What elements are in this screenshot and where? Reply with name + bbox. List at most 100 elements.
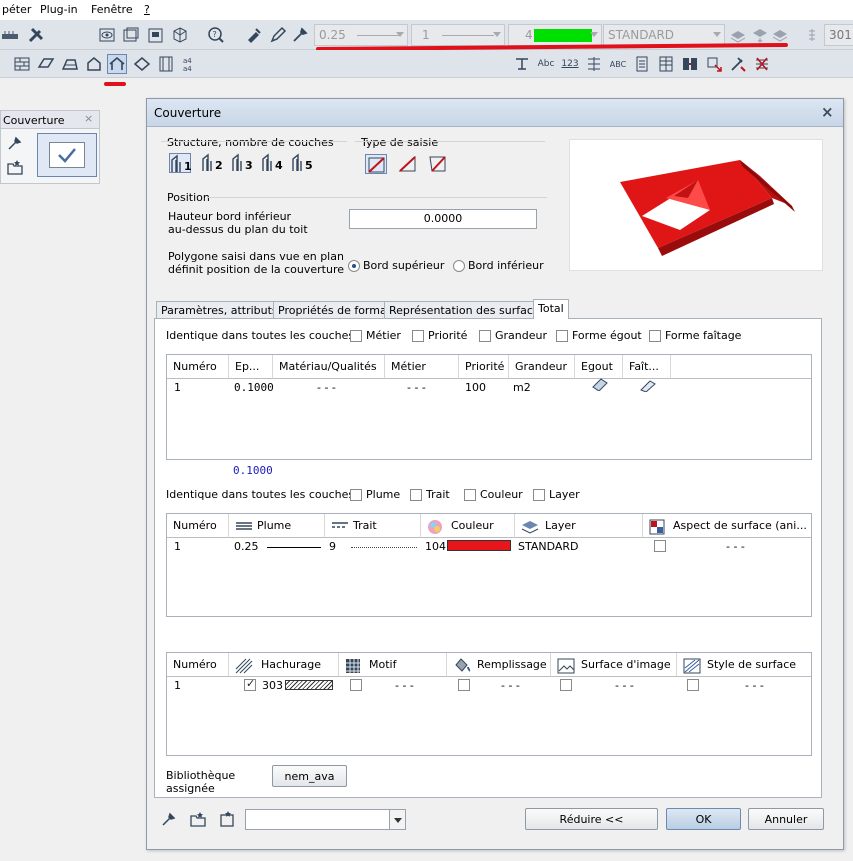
- format-brush-icon[interactable]: [244, 25, 264, 45]
- wall-icon[interactable]: [12, 54, 32, 74]
- line-type-combo[interactable]: 1: [411, 24, 505, 46]
- color-combo[interactable]: 4: [508, 24, 602, 46]
- layer-set-icon[interactable]: [770, 25, 790, 45]
- roof-surface-icon[interactable]: [60, 54, 80, 74]
- save-layers-icon[interactable]: [146, 25, 166, 45]
- text-abc-icon[interactable]: Abc: [536, 54, 556, 74]
- type-saisie-3-button[interactable]: [427, 154, 449, 174]
- chevron-down-icon[interactable]: [389, 810, 405, 829]
- abc-frame-icon[interactable]: ABC: [608, 54, 628, 74]
- col-priorite[interactable]: Priorité: [459, 355, 509, 379]
- ok-button[interactable]: OK: [666, 808, 741, 830]
- svg-text:a4: a4: [183, 65, 192, 73]
- table-icon[interactable]: [656, 54, 676, 74]
- layers-3-button[interactable]: 3: [231, 153, 253, 173]
- col-aspect-surface[interactable]: Aspect de surface (ani...: [643, 514, 811, 538]
- menu-item-fenetre[interactable]: Fenêtre: [91, 3, 133, 16]
- menu-item-plugin[interactable]: Plug-in: [40, 3, 78, 16]
- element-icon[interactable]: [156, 54, 176, 74]
- tab-representation-surfaces[interactable]: Représentation des surfaces: [384, 301, 551, 319]
- slab-icon[interactable]: [36, 54, 56, 74]
- hachurage-checkbox[interactable]: [244, 677, 256, 691]
- grid-text-icon[interactable]: [584, 54, 604, 74]
- checkbox-metier[interactable]: [350, 330, 362, 342]
- surface-image-checkbox[interactable]: [560, 679, 572, 691]
- checkbox-layer[interactable]: [533, 489, 545, 501]
- layers-4-button[interactable]: 4: [261, 153, 283, 173]
- label-az-icon[interactable]: a4 a4: [180, 54, 200, 74]
- col-faitage[interactable]: Faît...: [623, 355, 671, 379]
- couverture-icon[interactable]: [107, 54, 127, 74]
- tools-icon[interactable]: [26, 25, 46, 45]
- checkbox-grandeur[interactable]: [479, 330, 491, 342]
- cube-icon[interactable]: [170, 25, 190, 45]
- tab-parametres[interactable]: Paramètres, attributs: [156, 301, 283, 319]
- col-numero[interactable]: Numéro: [167, 514, 229, 538]
- tab-total[interactable]: Total: [533, 299, 569, 319]
- remplissage-checkbox[interactable]: [458, 679, 470, 691]
- doors-icon[interactable]: [680, 54, 700, 74]
- checkbox-trait[interactable]: [410, 489, 422, 501]
- page-icon[interactable]: [632, 54, 652, 74]
- dormer-icon[interactable]: [84, 54, 104, 74]
- dimension-icon[interactable]: [512, 54, 532, 74]
- radio-bord-inferieur[interactable]: [453, 260, 465, 272]
- col-numero[interactable]: Numéro: [167, 653, 229, 677]
- col-numero[interactable]: Numéro: [167, 355, 229, 379]
- checkbox-priorite[interactable]: [412, 330, 424, 342]
- favorite-open-icon[interactable]: [188, 809, 208, 829]
- layers-2-button[interactable]: 2: [201, 153, 223, 173]
- layers-1-button[interactable]: 1: [169, 153, 192, 173]
- col-metier[interactable]: Métier: [385, 355, 459, 379]
- pipette-icon[interactable]: [290, 25, 310, 45]
- apply-properties-button[interactable]: [37, 133, 97, 177]
- col-grandeur[interactable]: Grandeur: [509, 355, 575, 379]
- type-saisie-1-button[interactable]: [365, 154, 387, 174]
- col-materiau[interactable]: Matériau/Qualités: [273, 355, 385, 379]
- favorite-save-icon[interactable]: [217, 809, 237, 829]
- egout-icon[interactable]: [591, 377, 609, 394]
- type-saisie-2-button[interactable]: [397, 154, 419, 174]
- bibliotheque-button[interactable]: nem_ava: [272, 765, 347, 787]
- eye-view-icon[interactable]: [97, 25, 117, 45]
- pencil-icon[interactable]: [268, 25, 288, 45]
- favorite-select[interactable]: [245, 809, 406, 830]
- faitage-icon[interactable]: [639, 378, 657, 395]
- layers-5-button[interactable]: 5: [291, 153, 313, 173]
- layer-stack-icon[interactable]: [728, 25, 748, 45]
- plane-icon[interactable]: [132, 54, 152, 74]
- modify-icon[interactable]: [728, 54, 748, 74]
- delete-icon[interactable]: [752, 54, 772, 74]
- menu-item-help[interactable]: ?: [144, 3, 150, 16]
- ruler-icon[interactable]: [0, 25, 20, 45]
- layer-down-icon[interactable]: [750, 25, 770, 45]
- open-layers-icon[interactable]: [121, 25, 141, 45]
- style-surface-checkbox[interactable]: [687, 679, 699, 691]
- number-123-icon[interactable]: 123: [560, 54, 580, 74]
- pen-thickness-combo[interactable]: 0.25: [314, 24, 408, 46]
- col-epaisseur[interactable]: Ep...: [229, 355, 273, 379]
- move-icon[interactable]: [704, 54, 724, 74]
- hauteur-input[interactable]: 0.0000: [349, 209, 537, 229]
- checkbox-plume[interactable]: [350, 489, 362, 501]
- checkbox-forme-faitage[interactable]: [649, 330, 661, 342]
- checkbox-couleur[interactable]: [464, 489, 476, 501]
- motif-checkbox[interactable]: [350, 679, 362, 691]
- scale-field[interactable]: 301: [824, 24, 853, 46]
- palette-close-icon[interactable]: ×: [84, 112, 93, 125]
- radio-bord-superieur[interactable]: [348, 260, 360, 272]
- menu-item-repeter[interactable]: péter: [2, 3, 31, 16]
- aspect-surface-checkbox[interactable]: [654, 540, 666, 552]
- reduire-button[interactable]: Réduire <<: [525, 808, 658, 830]
- annuler-button[interactable]: Annuler: [748, 808, 824, 830]
- zoom-help-icon[interactable]: ?: [206, 25, 226, 45]
- favorite-open-icon[interactable]: [5, 157, 25, 177]
- pipette-icon[interactable]: [5, 133, 25, 153]
- scale-icon[interactable]: [802, 25, 822, 45]
- checkbox-forme-egout[interactable]: [556, 330, 568, 342]
- checkbox-metier-label: Métier: [366, 329, 401, 342]
- pipette-icon[interactable]: [159, 809, 179, 829]
- close-icon[interactable]: ×: [821, 103, 834, 121]
- tab-proprietes-format[interactable]: Propriétés de format: [273, 301, 397, 319]
- col-egout[interactable]: Egout: [575, 355, 623, 379]
